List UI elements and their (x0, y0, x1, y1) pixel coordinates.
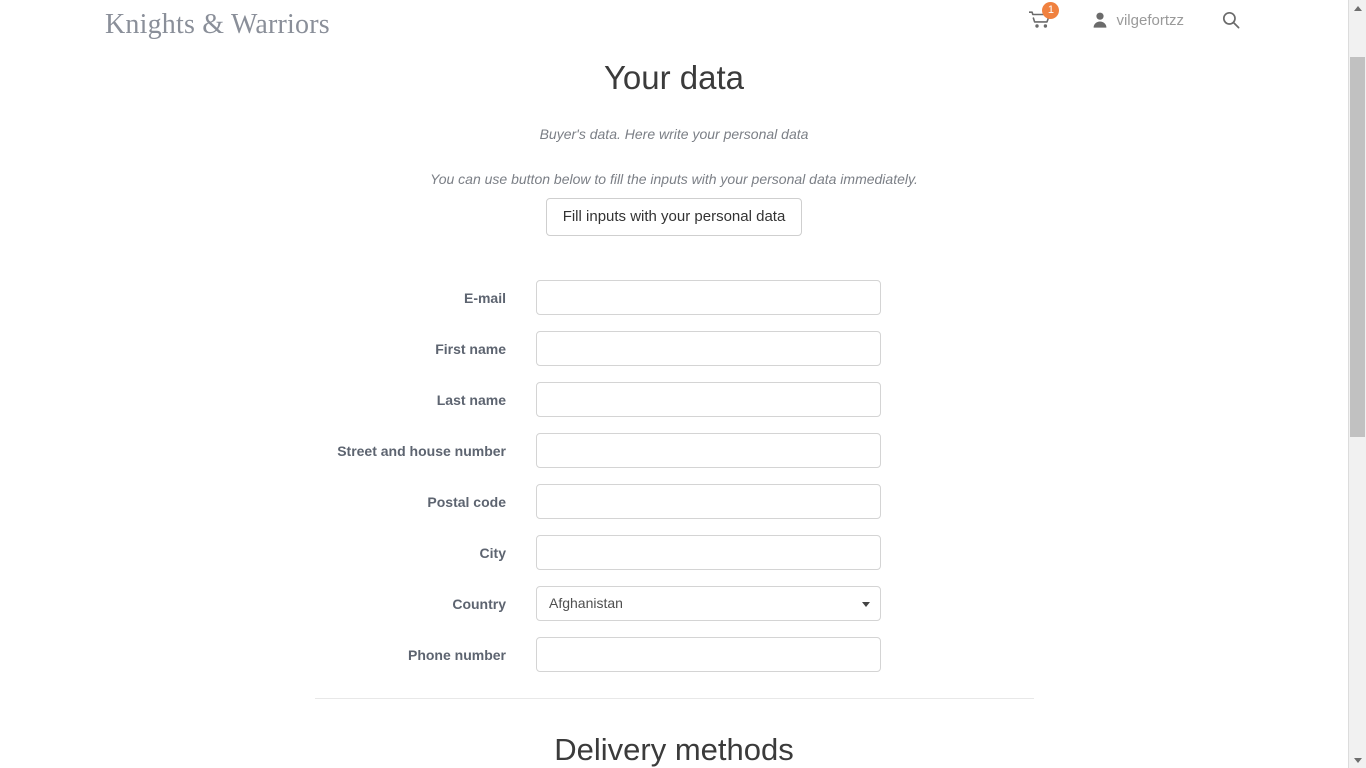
postal-code-input[interactable] (536, 484, 881, 519)
country-select-wrapper: Afghanistan (536, 586, 881, 621)
form-row-last-name: Last name (0, 382, 1348, 417)
page-title: Your data (603, 59, 745, 96)
label-first-name: First name (435, 340, 506, 357)
scrollbar-thumb[interactable] (1350, 57, 1365, 437)
label-city: City (479, 544, 506, 561)
street-and-house-number-input[interactable] (536, 433, 881, 468)
label-street-and-house-number: Street and house number (337, 442, 506, 459)
header-tools: 1 vilgefortzz (1029, 2, 1240, 29)
buyer-data-form: E-mail First name Last name Street and h… (0, 236, 1348, 672)
browser-viewport: Knights & Warriors 1 vilgefortzz Your da… (0, 0, 1366, 768)
user-icon (1093, 12, 1107, 28)
fill-button-container: Fill inputs with your personal data (0, 189, 1348, 236)
scroll-down-arrow-icon[interactable] (1349, 751, 1366, 768)
label-phone-number: Phone number (407, 646, 506, 663)
country-select[interactable]: Afghanistan (536, 586, 881, 621)
main-content: Your data Buyer's data. Here write your … (0, 50, 1348, 768)
page-content: Knights & Warriors 1 vilgefortzz Your da… (0, 0, 1348, 768)
fill-hint-note: You can use button below to fill the inp… (430, 171, 918, 187)
label-email: E-mail (463, 289, 506, 306)
scroll-up-arrow-icon[interactable] (1349, 0, 1366, 17)
search-icon (1222, 11, 1240, 29)
page-scrollbar[interactable] (1348, 0, 1366, 768)
city-input[interactable] (536, 535, 881, 570)
form-row-phone-number: Phone number (0, 637, 1348, 672)
label-country: Country (452, 595, 506, 612)
form-row-postal-code: Postal code (0, 484, 1348, 519)
cart-badge-count: 1 (1042, 2, 1060, 19)
form-row-first-name: First name (0, 331, 1348, 366)
label-postal-code: Postal code (427, 493, 506, 510)
buyer-data-note: Buyer's data. Here write your personal d… (539, 126, 809, 142)
user-name-label: vilgefortzz (1116, 11, 1184, 29)
email-input[interactable] (536, 280, 881, 315)
delivery-methods-title: Delivery methods (554, 732, 794, 767)
search-button[interactable] (1222, 11, 1240, 29)
fill-inputs-button[interactable]: Fill inputs with your personal data (545, 198, 803, 236)
first-name-input[interactable] (536, 331, 881, 366)
last-name-input[interactable] (536, 382, 881, 417)
form-row-street: Street and house number (0, 433, 1348, 468)
cart-button[interactable]: 1 (1029, 2, 1060, 29)
user-account-button[interactable]: vilgefortzz (1093, 12, 1184, 29)
phone-number-input[interactable] (536, 637, 881, 672)
label-last-name: Last name (436, 391, 506, 408)
form-row-country: Country Afghanistan (0, 586, 1348, 621)
brand-logo[interactable]: Knights & Warriors (105, 8, 330, 42)
form-row-city: City (0, 535, 1348, 570)
form-row-email: E-mail (0, 280, 1348, 315)
site-header: Knights & Warriors 1 vilgefortzz (0, 0, 1348, 50)
